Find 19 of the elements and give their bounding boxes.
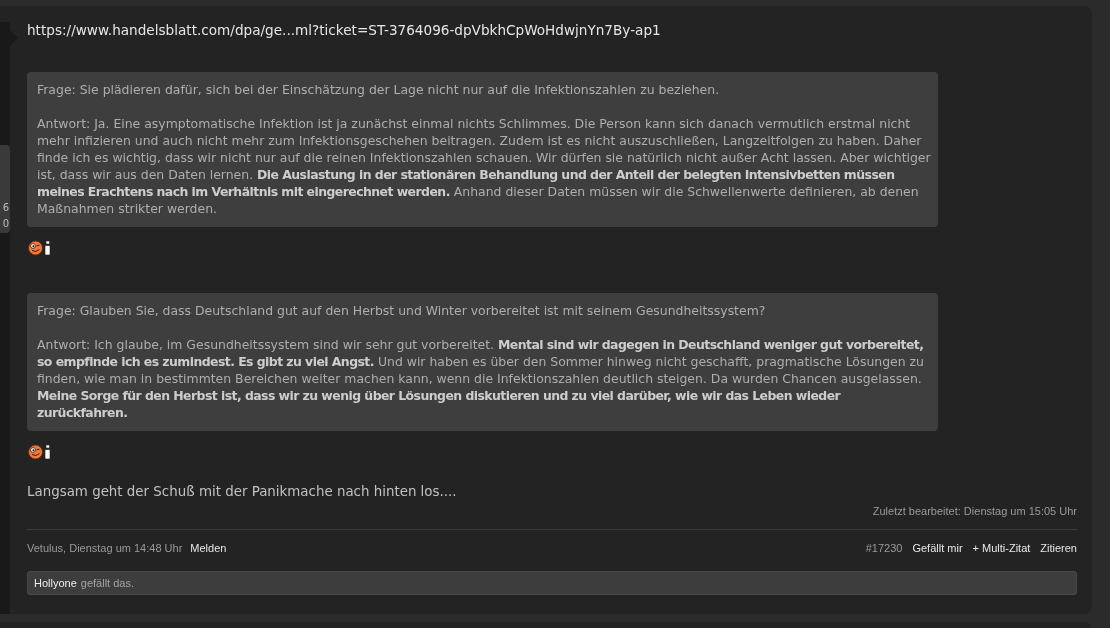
smiley-icon (28, 444, 52, 460)
likes-text: gefällt das. (80, 576, 134, 591)
footer-link[interactable]: Melden (190, 541, 227, 555)
stat-value: 0 (1, 217, 9, 231)
question-text: Frage: Sie plädieren dafür, sich bei der Einschätzung der Lage nicht nur auf die Infektionszahlen zu beziehen. (37, 81, 721, 98)
stat-value: 6 (1, 201, 9, 215)
answer-text: Antwort: Ja. Eine asymptomatische Infektion ist ja zunächst einmal nichts Schlimmes. Die Person kann sich danach vermutlich erstmal nicht mehr infizieren und auch nicht mehr zum Infektionsgeschehen beitragen. Zudem ist es nicht auszuschließen, Langzeitfolgen zu haben. Daher finde ich es wichtig, dass wir nicht nur auf die reinen Infektionszahlen schauen. Wir dürfen sie natürlich nicht außer Acht lassen. Aber wichtiger ist, dass wir aus den Daten lernen. Die Auslastung in der stationären Behandlung und der Anteil der belegten Intensivbetten müssen meines Erachtens nach im Verhältnis mit eingerechnet werden. Anhand dieser Daten müssen wir die Schwellenwerte definieren, ab denen Maßnahmen strikter werden. (37, 115, 932, 217)
author-date: Vetulus, Dienstag um 14:48 Uhr (27, 541, 183, 555)
smiley-icon (28, 240, 52, 256)
footer-link[interactable]: + Multi-Zitat (972, 541, 1031, 555)
footer-link[interactable]: Gefällt mir (912, 541, 963, 555)
post-link[interactable]: https://www.handelsblatt.com/dpa/ge...ml?ticket=ST-3764096-dpVbkhCpWoHdwjnYn7By-ap1 (27, 22, 1077, 39)
footer-link[interactable]: Zitieren (1040, 541, 1077, 555)
question-text: Frage: Glauben Sie, dass Deutschland gut auf den Herbst und Winter vorbereitet ist mit seinem Gesundheitssystem? (37, 302, 767, 319)
liker-link[interactable]: Hollyone (34, 572, 77, 594)
answer-text: Antwort: Ich glaube, im Gesundheitssystem sind wir sehr gut vorbereitet. Mental sind wir dagegen in Deutschland weniger gut vorbereitet, so empfinde ich es zumindest. Es gibt zu viel Angst. Und wir haben es über den Sommer hinweg nicht geschafft, pragmatische Lösungen zu finden, wie man in bestimmten Bereichen weiter machen kann, wenn die Infektionszahlen deutlich steigen. Da wurden Chancen ausgelassen. Meine Sorge für den Herbst ist, dass wir zu wenig über Lösungen diskutieren und zu viel darüber, wie wir das Leben wieder zurückfahren. (37, 336, 925, 421)
post-text: Langsam geht der Schuß mit der Panikmache nach hinten los.... (27, 483, 458, 500)
edited-note: Zuletzt bearbeitet: Dienstag um 15:05 Uhr (871, 504, 1077, 518)
post-number-link[interactable]: #17230 (865, 541, 903, 555)
